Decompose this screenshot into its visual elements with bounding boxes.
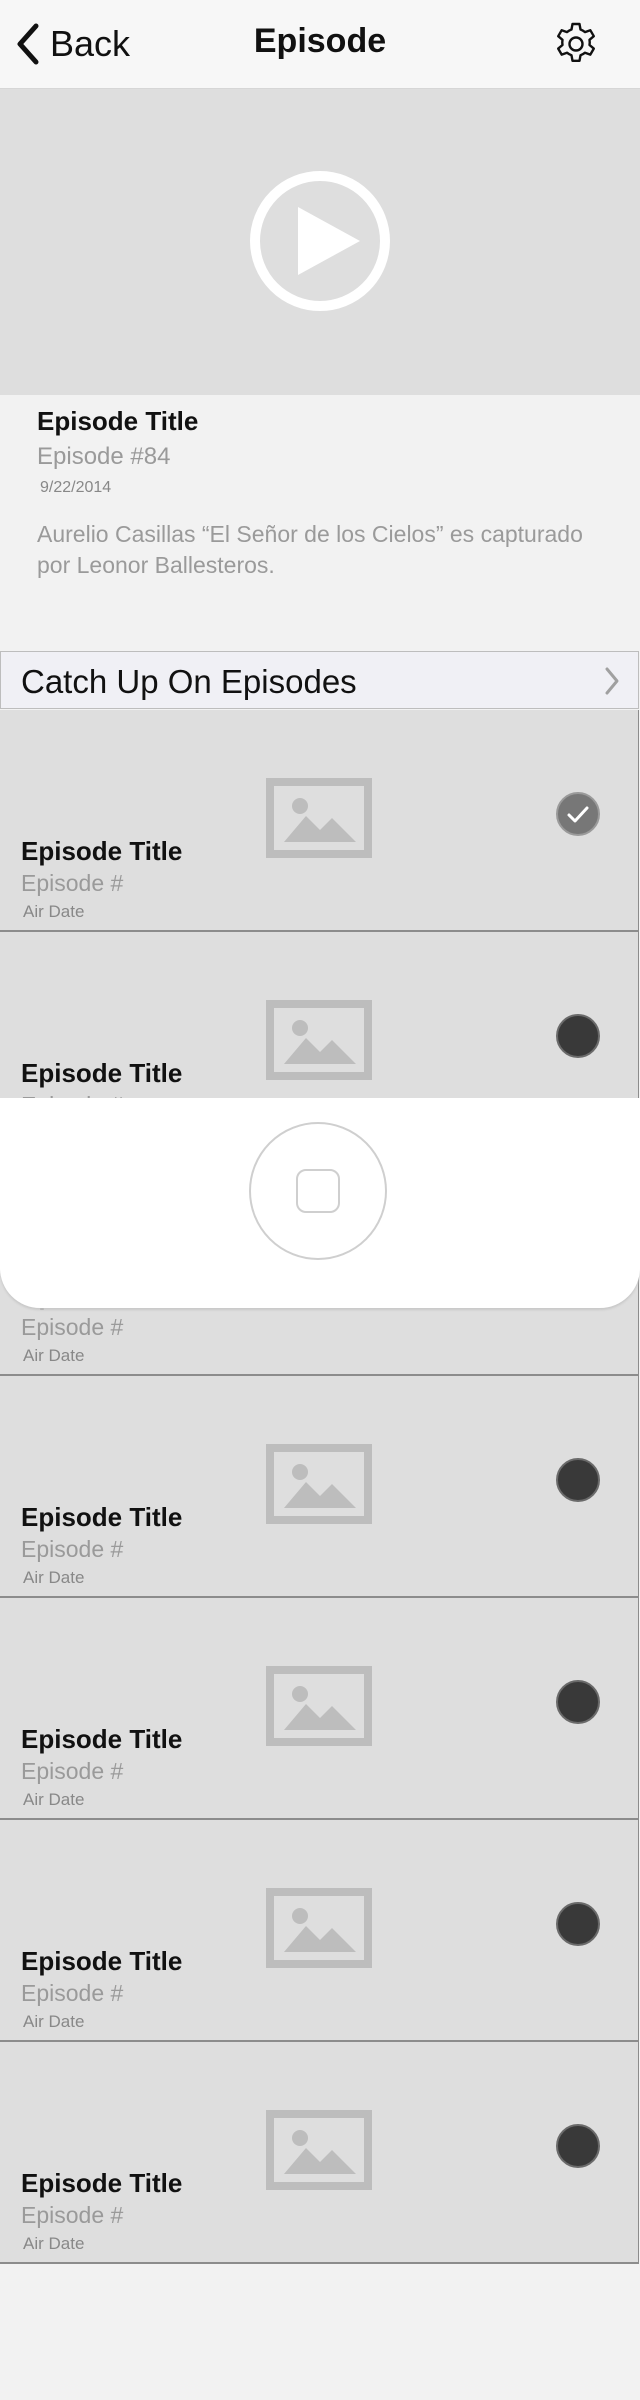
video-player[interactable] [0,89,640,395]
nav-bar: Back Episode [0,0,640,89]
episode-row-title: Episode Title [21,2168,183,2198]
episode-number: Episode #84 [37,443,171,470]
episode-row-air-date: Air Date [23,2012,85,2031]
episode-row-number: Episode # [21,1980,124,2006]
unwatched-status-icon[interactable] [556,1458,600,1502]
episode-row-air-date: Air Date [23,1790,85,1809]
play-icon[interactable] [248,169,392,313]
chevron-right-icon [605,667,619,695]
image-placeholder-icon [266,1000,372,1080]
episode-row[interactable]: Episode Title Episode # Air Date [0,2042,639,2264]
unwatched-status-icon[interactable] [556,1902,600,1946]
image-placeholder-icon [266,1444,372,1524]
episode-row-air-date: Air Date [23,1346,85,1365]
episode-row-number: Episode # [21,1536,124,1562]
episode-row[interactable]: Episode Title Episode # Air Date [0,1820,639,2042]
episode-description: Aurelio Casillas “El Señor de los Cielos… [37,521,583,578]
episode-row-title: Episode Title [21,1502,183,1532]
gear-icon[interactable] [552,20,600,68]
episode-row[interactable]: Episode Title Episode # Air Date [0,1598,639,1820]
episode-row-title: Episode Title [21,1946,183,1976]
page-title: Episode [253,22,387,60]
watched-check-icon[interactable] [556,792,600,836]
episode-row-air-date: Air Date [23,902,85,921]
image-placeholder-icon [266,1666,372,1746]
home-overlay [0,1098,640,1308]
episode-row-number: Episode # [21,870,124,896]
unwatched-status-icon[interactable] [556,1014,600,1058]
episode-date: 9/22/2014 [40,479,112,496]
episode-row-number: Episode # [21,2202,124,2228]
image-placeholder-icon [266,2110,372,2190]
unwatched-status-icon[interactable] [556,1680,600,1724]
catch-up-row[interactable]: Catch Up On Episodes [0,651,639,709]
episode-row-title: Episode Title [21,836,183,866]
unwatched-status-icon[interactable] [556,2124,600,2168]
episode-row-title: Episode Title [21,1058,183,1088]
image-placeholder-icon [266,778,372,858]
episode-row-air-date: Air Date [23,2234,85,2253]
episode-info: Episode Title Episode #84 9/22/2014 Aure… [37,406,607,581]
episode-row-number: Episode # [21,1314,124,1340]
episode-row-number: Episode # [21,1758,124,1784]
episode-row[interactable]: Episode Title Episode # Air Date [0,710,639,932]
episode-row-air-date: Air Date [23,1568,85,1587]
episode-row-title: Episode Title [21,1724,183,1754]
episode-title: Episode Title [37,406,199,436]
image-placeholder-icon [266,1888,372,1968]
home-square-icon [296,1169,340,1213]
home-button[interactable] [249,1122,387,1260]
episode-row[interactable]: Episode Title Episode # Air Date [0,1376,639,1598]
catch-up-label: Catch Up On Episodes [21,663,357,700]
